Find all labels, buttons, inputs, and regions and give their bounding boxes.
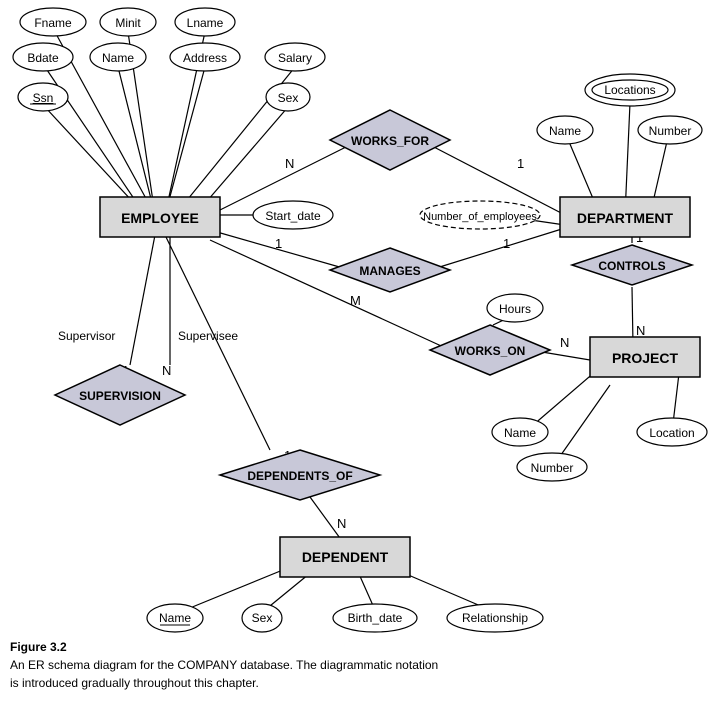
emp-name-label: Name [102, 51, 134, 65]
minit-label: Minit [115, 16, 141, 30]
lname-label: Lname [187, 16, 224, 30]
works-on-n-label: N [560, 335, 569, 350]
dep-name-label: Name [159, 611, 191, 625]
dependents-of-label: DEPENDENTS_OF [247, 469, 352, 483]
works-for-1-label: 1 [517, 156, 524, 171]
works-on-label: WORKS_ON [455, 344, 526, 358]
employee-label: EMPLOYEE [121, 210, 199, 226]
supervisee-label: Supervisee [178, 329, 238, 343]
fname-label: Fname [34, 16, 72, 30]
controls-label: CONTROLS [598, 259, 665, 273]
supervision-n-label: N [162, 363, 171, 378]
sex-emp-label: Sex [278, 91, 299, 105]
bdate-label: Bdate [27, 51, 59, 65]
proj-number-label: Number [531, 461, 574, 475]
birth-date-label: Birth_date [348, 611, 403, 625]
proj-name-label: Name [504, 426, 536, 440]
hours-label: Hours [499, 302, 531, 316]
figure-caption: Figure 3.2 An ER schema diagram for the … [10, 638, 438, 692]
er-diagram-svg: N 1 1 1 1 N [0, 0, 728, 702]
manages-1-dept-label: 1 [503, 236, 510, 251]
dependents-n-label: N [337, 516, 346, 531]
works-for-label: WORKS_FOR [351, 134, 429, 148]
dep-sex-label: Sex [252, 611, 273, 625]
start-date-label: Start_date [265, 209, 321, 223]
dept-name-label: Name [549, 124, 581, 138]
controls-n-label: N [636, 323, 645, 338]
salary-label: Salary [278, 51, 312, 65]
department-label: DEPARTMENT [577, 210, 674, 226]
caption-line1: An ER schema diagram for the COMPANY dat… [10, 658, 438, 672]
er-diagram-canvas: N 1 1 1 1 N [0, 0, 728, 702]
supervisor-label: Supervisor [58, 329, 115, 343]
dependent-label: DEPENDENT [302, 549, 389, 565]
ssn-label: Ssn [33, 91, 54, 105]
works-on-m-label: M [350, 293, 361, 308]
num-employees-label: Number_of_employees [423, 211, 537, 223]
dept-number-label: Number [649, 124, 692, 138]
figure-title: Figure 3.2 [10, 640, 67, 654]
project-label: PROJECT [612, 350, 679, 366]
manages-1-emp-label: 1 [275, 236, 282, 251]
caption-line2: is introduced gradually throughout this … [10, 676, 259, 690]
works-for-n-label: N [285, 156, 294, 171]
locations-label: Locations [604, 83, 655, 97]
manages-label: MANAGES [359, 264, 420, 278]
address-label: Address [183, 51, 227, 65]
location-label: Location [649, 426, 694, 440]
relationship-label: Relationship [462, 611, 528, 625]
supervision-label: SUPERVISION [79, 389, 161, 403]
